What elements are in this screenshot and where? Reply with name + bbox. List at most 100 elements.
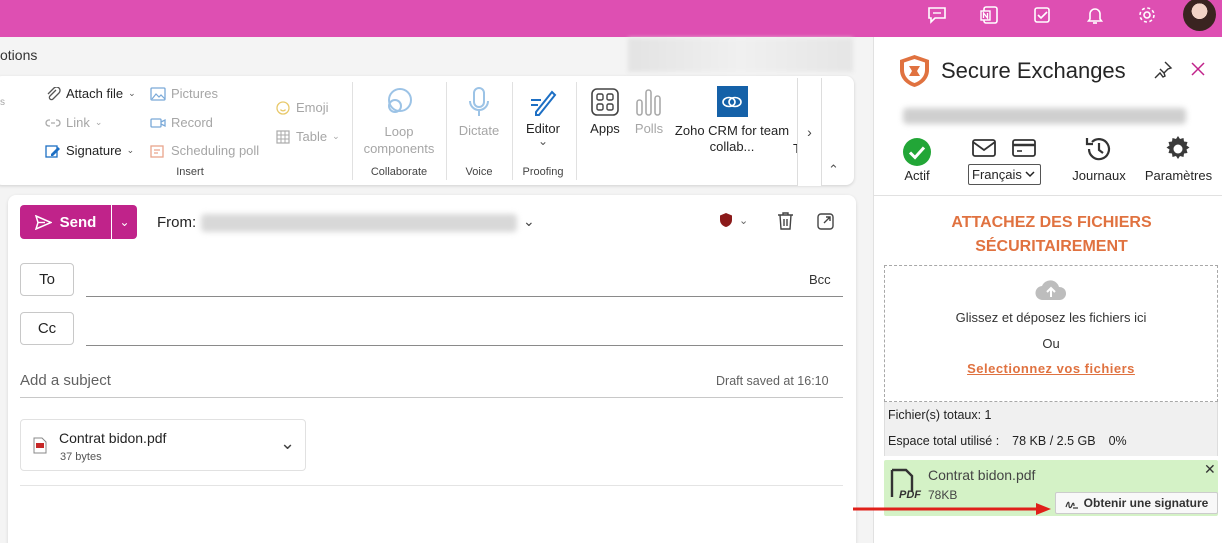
emoji-icon	[276, 100, 290, 115]
select-files-link[interactable]: Selectionnez vos fichiers	[884, 361, 1218, 376]
cloud-upload-icon	[1034, 278, 1068, 307]
attach-file-button[interactable]: Attach file ⌄	[45, 86, 136, 101]
table-icon	[276, 129, 290, 144]
loop-icon	[388, 88, 412, 113]
shield-icon	[720, 213, 732, 227]
chevron-down-icon: ⌄	[126, 145, 135, 155]
microphone-icon	[469, 87, 489, 116]
divider	[20, 397, 843, 398]
pin-button[interactable]	[1153, 60, 1173, 85]
attachment-chevron-down-icon[interactable]: ⌄	[280, 433, 295, 454]
divider	[352, 82, 353, 180]
close-panel-button[interactable]	[1189, 60, 1207, 83]
sensitivity-button[interactable]: ⌄	[719, 212, 748, 228]
secure-exchanges-logo-icon	[899, 54, 930, 93]
or-label: Ou	[1042, 336, 1060, 351]
chat-icon[interactable]	[924, 2, 950, 28]
signature-button[interactable]: Signature ⌄	[45, 143, 134, 158]
discard-button[interactable]	[776, 211, 795, 236]
chevron-right-icon: ›	[807, 124, 812, 140]
compose-pane	[8, 195, 856, 543]
bcc-button[interactable]: Bcc	[809, 272, 831, 287]
onenote-icon[interactable]	[976, 2, 1002, 28]
loop-components-button: Loop components	[360, 86, 438, 157]
trash-icon	[778, 212, 793, 230]
chevron-down-icon: ⌄	[128, 88, 136, 98]
remove-file-close-icon[interactable]: ✕	[1204, 461, 1216, 478]
account-email-blurred	[903, 108, 1186, 124]
signature-icon	[45, 144, 60, 158]
video-icon	[150, 117, 166, 128]
journaux-label[interactable]: Journaux	[1066, 168, 1132, 183]
pop-out-button[interactable]	[816, 212, 835, 236]
chevron-down-icon: ⌄	[537, 134, 549, 148]
to-input[interactable]	[86, 296, 843, 297]
paperclip-icon	[47, 86, 61, 100]
panel-title: Secure Exchanges	[941, 58, 1126, 83]
link-button: Link ⌄	[45, 115, 102, 130]
history-icon[interactable]	[1084, 134, 1114, 169]
polls-icon	[636, 89, 661, 116]
divider	[446, 82, 447, 180]
gear-icon[interactable]	[1134, 2, 1160, 28]
attach-heading: ATTACHEZ DES FICHIERS SÉCURITAIREMENT	[951, 214, 1152, 255]
get-signature-button[interactable]: Obtenir une signature	[1055, 492, 1218, 514]
divider	[512, 82, 513, 180]
editor-pen-icon	[531, 90, 557, 116]
record-button: Record	[150, 115, 213, 130]
group-label-voice: Voice	[465, 166, 493, 178]
group-label-proofing: Proofing	[522, 166, 564, 178]
group-label-insert: Insert	[176, 166, 204, 178]
link-icon	[45, 118, 61, 127]
card-mode-icon[interactable]	[1011, 137, 1037, 164]
annotation-arrow-icon	[853, 503, 1051, 515]
scheduling-poll-button: Scheduling poll	[150, 143, 259, 158]
options-tab[interactable]: otions	[0, 47, 37, 63]
bell-icon[interactable]	[1082, 2, 1108, 28]
send-button[interactable]: Send	[20, 205, 111, 239]
tasks-icon[interactable]	[1029, 2, 1055, 28]
chevron-down-icon: ⌄	[94, 117, 103, 127]
parametres-label[interactable]: Paramètres	[1141, 168, 1216, 183]
ribbon-scroll-right-button[interactable]: ›	[797, 78, 822, 186]
mail-mode-icon[interactable]	[971, 137, 997, 164]
dictate-button: Dictate	[452, 86, 506, 138]
polls-button: Polls	[630, 86, 668, 136]
pictures-button: Pictures	[150, 86, 218, 101]
total-files: Fichier(s) totaux: 1	[888, 408, 992, 422]
draft-status: Draft saved at 16:10	[716, 374, 829, 388]
send-icon	[34, 214, 52, 230]
ribbon-overflow-fragment: s	[0, 97, 5, 108]
send-options-button[interactable]: ⌄	[112, 205, 137, 239]
group-label-collaborate: Collaborate	[370, 166, 428, 178]
pin-icon	[1154, 61, 1173, 79]
divider	[576, 82, 577, 180]
chevron-down-icon: ⌄	[119, 215, 130, 229]
uploaded-file-name: Contrat bidon.pdf	[928, 467, 1036, 483]
cc-button[interactable]: Cc	[20, 312, 74, 345]
attachment-size: 37 bytes	[60, 451, 102, 463]
apps-grid-icon	[591, 88, 619, 116]
subject-input[interactable]: Add a subject	[20, 372, 111, 389]
picture-icon	[150, 86, 166, 101]
cc-input[interactable]	[86, 345, 843, 346]
space-used: Espace total utilisé : 78 KB / 2.5 GB 0%	[888, 434, 1127, 448]
zoho-crm-button[interactable]: Zoho CRM for team collab...	[672, 86, 792, 155]
language-select[interactable]: Français	[968, 164, 1041, 185]
chevron-down-icon: ⌄	[332, 131, 340, 141]
editor-button[interactable]: Editor ⌄	[518, 86, 568, 148]
from-chevron-down-icon[interactable]: ⌄	[523, 213, 535, 230]
from-address-blurred[interactable]	[201, 214, 517, 232]
settings-gear-icon[interactable]	[1164, 135, 1192, 168]
collapse-ribbon-button[interactable]: ⌃	[828, 162, 839, 178]
blurred-reading-pane	[628, 38, 853, 72]
drop-instructions: Glissez et déposez les fichiers ici	[955, 310, 1147, 325]
apps-button[interactable]: Apps	[584, 86, 626, 136]
chevron-down-icon	[1025, 171, 1035, 178]
signature-pen-icon	[1065, 501, 1078, 509]
table-button: Table ⌄	[275, 129, 340, 144]
divider	[20, 485, 843, 486]
to-button[interactable]: To	[20, 263, 74, 296]
attachment-name: Contrat bidon.pdf	[59, 430, 167, 446]
zoho-logo-icon	[716, 86, 748, 117]
